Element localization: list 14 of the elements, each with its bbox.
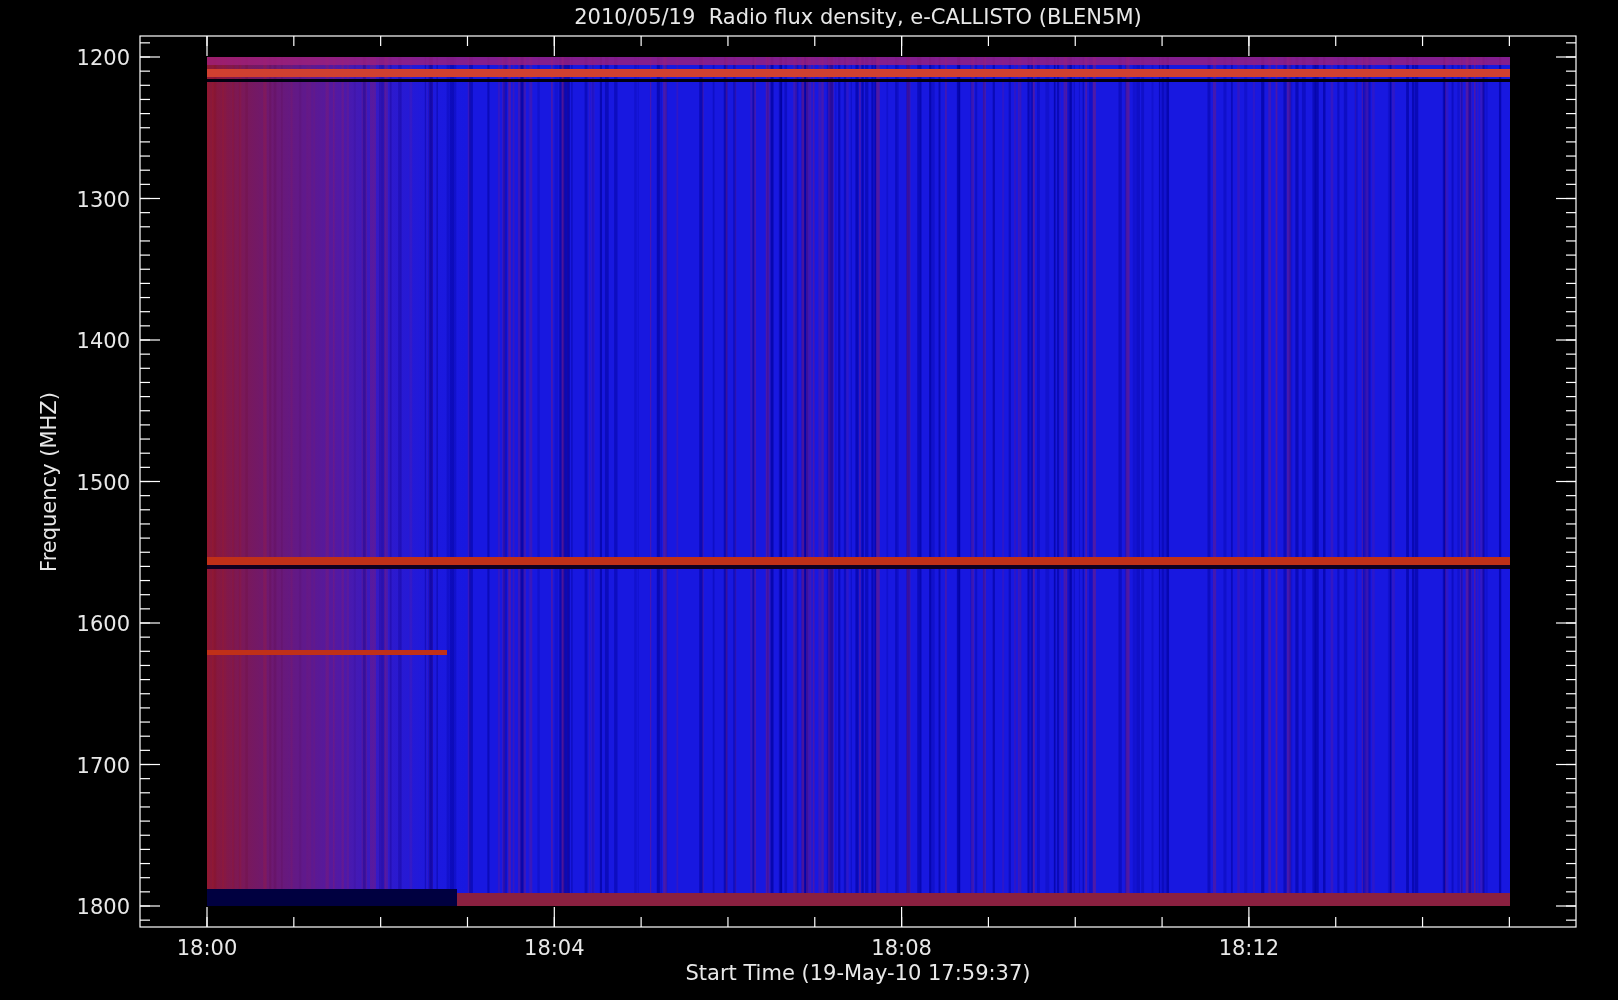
x-tick-label: 18:04	[524, 936, 585, 960]
x-tick-label: 18:00	[176, 936, 238, 960]
y-tick-label: 1700	[76, 753, 130, 778]
y-tick-label: 1200	[76, 46, 130, 70]
x-axis-label: Start Time (19-May-10 17:59:37)	[685, 961, 1031, 985]
y-tick-label: 1600	[76, 612, 130, 636]
plot-title: 2010/05/19 Radio flux density, e-CALLISTO (BLEN5M)	[574, 5, 1142, 29]
x-tick-label: 18:12	[1218, 936, 1280, 960]
y-tick-label: 1300	[76, 187, 130, 212]
x-tick-label: 18:08	[871, 936, 932, 960]
y-axis-label: Frequency (MHZ)	[37, 392, 61, 572]
y-tick-label: 1400	[76, 329, 130, 353]
y-tick-label: 1500	[76, 470, 130, 495]
y-tick-label: 1800	[76, 895, 130, 919]
